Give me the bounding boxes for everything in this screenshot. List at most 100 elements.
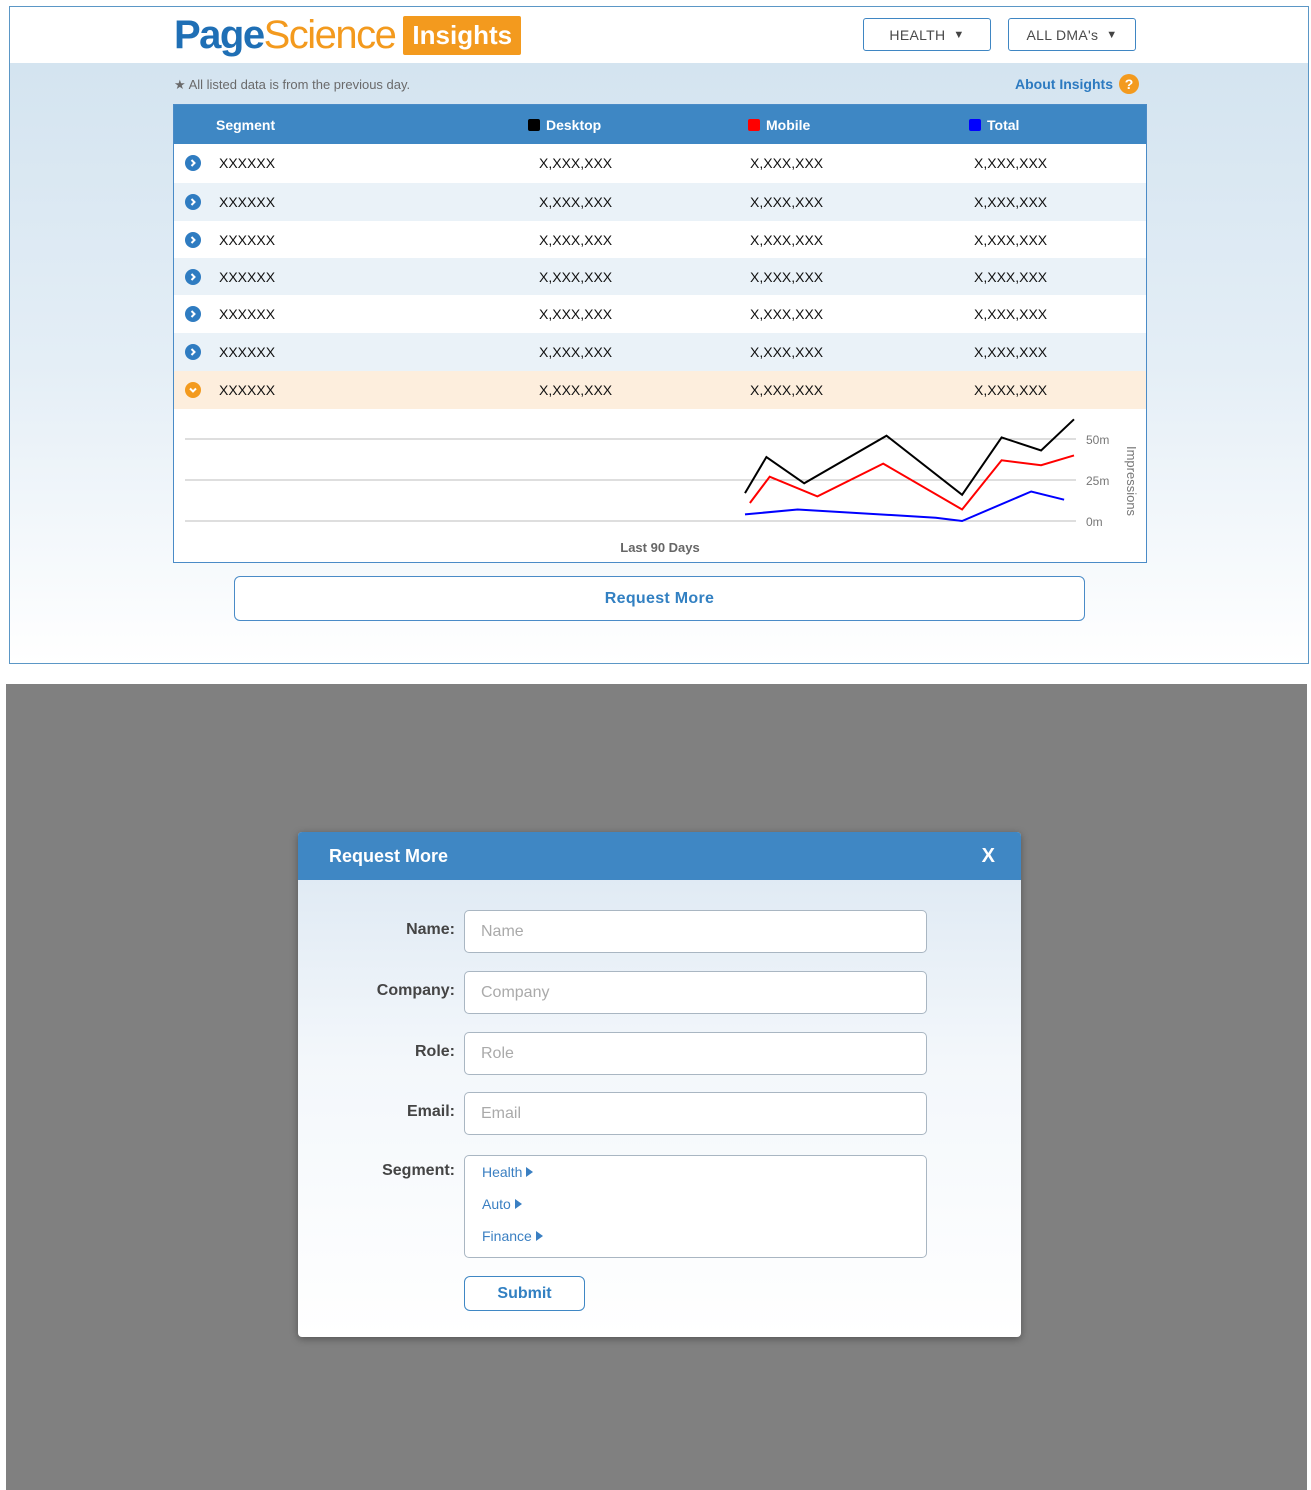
expand-arrow-icon	[526, 1167, 534, 1177]
cell-mobile: X,XXX,XXX	[750, 306, 824, 322]
table-row[interactable]: XXXXXX X,XXX,XXX X,XXX,XXX X,XXX,XXX	[174, 333, 1146, 371]
table-row[interactable]: XXXXXX X,XXX,XXX X,XXX,XXX X,XXX,XXX	[174, 221, 1146, 259]
role-field[interactable]	[464, 1032, 927, 1075]
cell-total: X,XXX,XXX	[974, 306, 1048, 322]
y-tick-label: 50m	[1086, 433, 1109, 447]
cell-segment: XXXXXX	[219, 155, 276, 171]
cell-mobile: X,XXX,XXX	[750, 232, 824, 248]
y-tick-label: 0m	[1086, 515, 1103, 529]
cell-segment: XXXXXX	[219, 232, 276, 248]
series-line-2	[744, 490, 1065, 523]
expand-chevron-icon[interactable]	[185, 344, 201, 360]
expand-chevron-icon[interactable]	[185, 155, 201, 171]
cell-segment: XXXXXX	[219, 344, 276, 360]
desktop-legend-swatch	[528, 118, 540, 131]
name-field[interactable]	[464, 910, 927, 953]
segment-item-label: Finance	[482, 1228, 532, 1244]
col-segment[interactable]: Segment	[216, 105, 275, 144]
modal-overlay[interactable]: Request More X Name: Company: Role: Emai…	[6, 684, 1307, 1490]
col-total[interactable]: Total	[969, 105, 1019, 144]
table-row[interactable]: XXXXXX X,XXX,XXX X,XXX,XXX X,XXX,XXX	[174, 183, 1146, 221]
help-icon[interactable]: ?	[1119, 74, 1139, 94]
category-select[interactable]: HEALTH ▼	[863, 18, 991, 51]
segment-list: Health Auto Finance	[464, 1155, 927, 1258]
cell-segment: XXXXXX	[219, 306, 276, 322]
cell-desktop: X,XXX,XXX	[539, 155, 613, 171]
pagescience-logo[interactable]: Page Science Insights	[174, 12, 522, 57]
company-label: Company:	[376, 982, 455, 999]
series-line-0	[744, 418, 1075, 497]
table-row[interactable]: XXXXXX X,XXX,XXX X,XXX,XXX X,XXX,XXX	[174, 144, 1146, 182]
table-header: Segment Desktop Mobile Total	[174, 105, 1146, 144]
cell-mobile: X,XXX,XXX	[750, 382, 824, 398]
role-label: Role:	[415, 1043, 455, 1060]
expand-chevron-icon[interactable]	[185, 232, 201, 248]
email-field[interactable]	[464, 1092, 927, 1135]
series-line-1	[749, 454, 1075, 511]
company-field[interactable]	[464, 971, 927, 1014]
cell-total: X,XXX,XXX	[974, 382, 1048, 398]
data-note: ★ All listed data is from the previous d…	[174, 77, 410, 93]
segment-item-auto[interactable]: Auto	[482, 1196, 522, 1212]
segment-item-label: Health	[482, 1164, 523, 1180]
category-select-value: HEALTH	[889, 26, 946, 43]
cell-total: X,XXX,XXX	[974, 344, 1048, 360]
close-icon[interactable]: X	[982, 832, 995, 880]
cell-total: X,XXX,XXX	[974, 155, 1048, 171]
y-tick-label: 25m	[1086, 474, 1109, 488]
dma-select[interactable]: ALL DMA's ▼	[1008, 18, 1136, 51]
mobile-legend-swatch	[748, 118, 760, 131]
cell-desktop: X,XXX,XXX	[539, 232, 613, 248]
col-desktop-label: Desktop	[546, 116, 602, 133]
insights-dashboard: Page Science Insights HEALTH ▼ ALL DMA's…	[9, 6, 1309, 664]
cell-desktop: X,XXX,XXX	[539, 382, 613, 398]
table-row[interactable]: XXXXXX X,XXX,XXX X,XXX,XXX X,XXX,XXX	[174, 371, 1146, 409]
col-mobile-label: Mobile	[766, 116, 811, 133]
dropdown-arrow-icon: ▼	[1106, 28, 1118, 41]
dropdown-arrow-icon: ▼	[953, 28, 965, 41]
x-axis-label: Last 90 Days	[620, 540, 700, 555]
col-segment-label: Segment	[216, 116, 276, 133]
cell-desktop: X,XXX,XXX	[539, 344, 613, 360]
expand-chevron-icon[interactable]	[185, 194, 201, 210]
cell-mobile: X,XXX,XXX	[750, 194, 824, 210]
logo-page-text: Page	[174, 12, 265, 57]
expand-chevron-icon[interactable]	[185, 306, 201, 322]
expand-chevron-icon[interactable]	[185, 269, 201, 285]
dialog-header: Request More X	[298, 832, 1021, 880]
impressions-chart: 0m 25m 50m Last 90 Days Impressions	[174, 411, 1146, 561]
cell-desktop: X,XXX,XXX	[539, 194, 613, 210]
submit-button[interactable]: Submit	[464, 1276, 585, 1311]
expand-arrow-icon	[514, 1199, 522, 1209]
cell-total: X,XXX,XXX	[974, 269, 1048, 285]
request-more-dialog: Request More X Name: Company: Role: Emai…	[298, 832, 1021, 1337]
about-insights-link[interactable]: About Insights	[1015, 76, 1113, 92]
logo-science-text: Science	[263, 12, 397, 57]
col-desktop[interactable]: Desktop	[528, 105, 601, 144]
impressions-chart-svg: 0m 25m 50m Last 90 Days Impressions	[185, 418, 1139, 555]
dialog-title: Request More	[329, 846, 449, 866]
cell-mobile: X,XXX,XXX	[750, 344, 824, 360]
y-axis-label: Impressions	[1124, 446, 1139, 517]
segment-item-label: Auto	[482, 1196, 511, 1212]
segment-item-health[interactable]: Health	[482, 1164, 534, 1180]
total-legend-swatch	[969, 118, 981, 131]
about-insights[interactable]: About Insights ?	[1015, 74, 1139, 94]
collapse-chevron-icon[interactable]	[185, 382, 201, 398]
segment-item-finance[interactable]: Finance	[482, 1228, 543, 1244]
table-row[interactable]: XXXXXX X,XXX,XXX X,XXX,XXX X,XXX,XXX	[174, 295, 1146, 333]
segment-label: Segment:	[382, 1162, 455, 1179]
cell-total: X,XXX,XXX	[974, 232, 1048, 248]
name-label: Name:	[406, 921, 455, 938]
cell-segment: XXXXXX	[219, 269, 276, 285]
top-header: Page Science Insights HEALTH ▼ ALL DMA's…	[10, 7, 1308, 63]
cell-total: X,XXX,XXX	[974, 194, 1048, 210]
asterisk-icon: ★	[174, 77, 186, 92]
logo-insights-badge: Insights	[403, 15, 522, 55]
col-total-label: Total	[987, 116, 1020, 133]
request-more-button[interactable]: Request More	[234, 576, 1085, 621]
email-label: Email:	[406, 1103, 455, 1120]
table-row[interactable]: XXXXXX X,XXX,XXX X,XXX,XXX X,XXX,XXX	[174, 258, 1146, 296]
col-mobile[interactable]: Mobile	[748, 105, 810, 144]
cell-desktop: X,XXX,XXX	[539, 269, 613, 285]
